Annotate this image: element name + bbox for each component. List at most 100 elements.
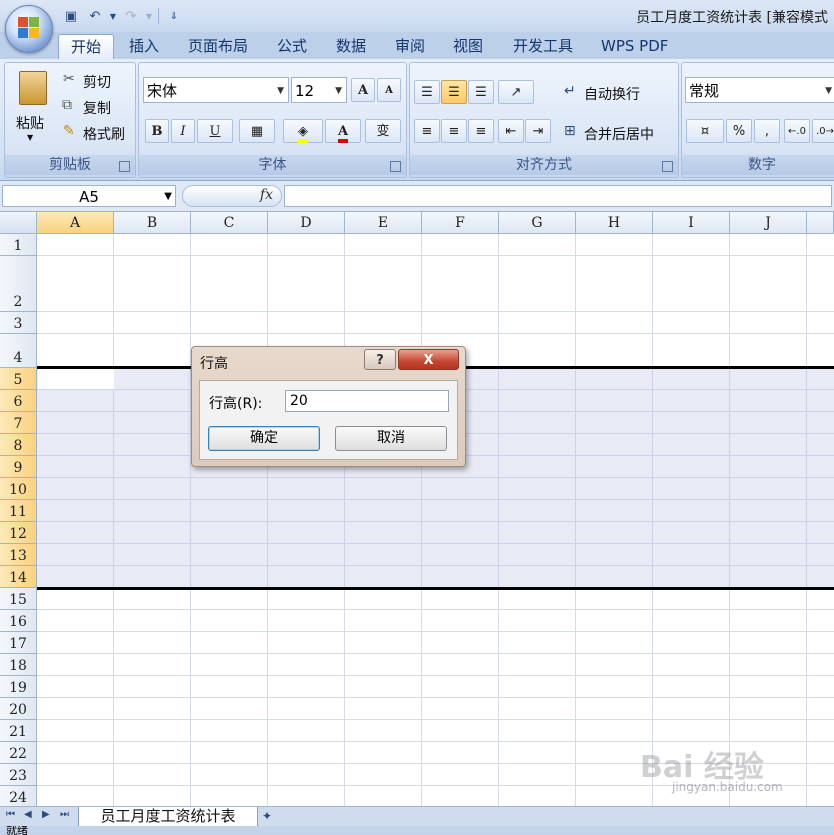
prev-sheet-icon[interactable]: ◀ (24, 809, 32, 820)
save-icon[interactable]: ▣ (60, 6, 82, 26)
row-header-11[interactable]: 11 (0, 500, 37, 522)
format-painter-icon[interactable]: ✎ (63, 123, 75, 139)
merge-icon[interactable]: ⊞ (564, 123, 576, 139)
align-left-icon[interactable]: ≡ (414, 119, 440, 143)
row-header-19[interactable]: 19 (0, 676, 37, 698)
comma-button[interactable]: , (754, 119, 780, 143)
office-button[interactable] (5, 5, 53, 53)
align-bottom-icon[interactable]: ☰ (468, 80, 494, 104)
tab-formulas[interactable]: 公式 (267, 34, 317, 59)
row-header-7[interactable]: 7 (0, 412, 37, 434)
row-header-21[interactable]: 21 (0, 720, 37, 742)
currency-icon[interactable]: ¤ (686, 119, 724, 143)
italic-button[interactable]: I (171, 119, 195, 143)
row-header-18[interactable]: 18 (0, 654, 37, 676)
tab-home[interactable]: 开始 (58, 34, 114, 60)
number-format-select[interactable]: 常规 ▼ (685, 77, 834, 103)
column-header-i[interactable]: I (653, 212, 730, 234)
tab-page-layout[interactable]: 页面布局 (178, 34, 258, 59)
cut-button[interactable]: 剪切 (83, 72, 111, 92)
cut-icon[interactable]: ✂ (63, 71, 75, 87)
first-sheet-icon[interactable]: ⏮ (6, 809, 15, 820)
increase-indent-icon[interactable]: ⇥ (525, 119, 551, 143)
next-sheet-icon[interactable]: ▶ (42, 809, 50, 820)
paste-button[interactable]: 粘贴 (16, 113, 44, 133)
row-header-17[interactable]: 17 (0, 632, 37, 654)
column-header-e[interactable]: E (345, 212, 422, 234)
new-sheet-icon[interactable]: ✦ (262, 809, 288, 825)
borders-icon[interactable]: ▦ (239, 119, 275, 143)
row-header-15[interactable]: 15 (0, 588, 37, 610)
close-button[interactable]: X (398, 349, 459, 370)
column-header-a[interactable]: A (37, 212, 114, 234)
underline-button[interactable]: U (197, 119, 233, 143)
tab-developer[interactable]: 开发工具 (503, 34, 583, 59)
row-header-1[interactable]: 1 (0, 234, 37, 256)
row-header-22[interactable]: 22 (0, 742, 37, 764)
spreadsheet-grid[interactable]: A B C D E F G H I J 1 2 3 4 5 6 7 8 9 10 11 12 13 14 15 16 17 18 19 2… (0, 212, 834, 806)
wrap-text-button[interactable]: 自动换行 (584, 84, 640, 104)
row-header-16[interactable]: 16 (0, 610, 37, 632)
column-header-j[interactable]: J (730, 212, 807, 234)
column-header-d[interactable]: D (268, 212, 345, 234)
row-header-2[interactable]: 2 (0, 256, 37, 312)
align-top-icon[interactable]: ☰ (414, 80, 440, 104)
alignment-launcher-icon[interactable] (662, 161, 673, 172)
redo-icon[interactable]: ↷ (120, 6, 142, 26)
redo-dropdown-icon[interactable]: ▼ (144, 6, 154, 26)
select-all-corner[interactable] (0, 212, 37, 234)
format-painter-button[interactable]: 格式刷 (83, 124, 125, 144)
tab-review[interactable]: 审阅 (385, 34, 435, 59)
column-header-b[interactable]: B (114, 212, 191, 234)
font-size-select[interactable]: 12 ▼ (291, 77, 347, 103)
paste-icon[interactable] (19, 71, 47, 105)
help-button[interactable]: ? (364, 349, 396, 370)
ok-button[interactable]: 确定 (208, 426, 320, 451)
clipboard-launcher-icon[interactable] (119, 161, 130, 172)
name-box[interactable]: A5 ▼ (2, 185, 176, 207)
row-header-6[interactable]: 6 (0, 390, 37, 412)
row-header-8[interactable]: 8 (0, 434, 37, 456)
copy-icon[interactable]: ⧉ (62, 97, 72, 113)
font-color-icon[interactable]: A (325, 119, 361, 143)
row-header-12[interactable]: 12 (0, 522, 37, 544)
align-center-icon[interactable]: ≡ (441, 119, 467, 143)
font-name-select[interactable]: 宋体 ▼ (143, 77, 289, 103)
tab-insert[interactable]: 插入 (119, 34, 169, 59)
column-header-f[interactable]: F (422, 212, 499, 234)
paste-dropdown-icon[interactable]: ▼ (27, 133, 33, 142)
increase-decimal-icon[interactable]: ←.0 (784, 119, 810, 143)
row-header-3[interactable]: 3 (0, 312, 37, 334)
grow-font-button[interactable]: A (351, 78, 375, 102)
row-header-5[interactable]: 5 (0, 368, 37, 390)
cancel-button[interactable]: 取消 (335, 426, 447, 451)
decrease-decimal-icon[interactable]: .0→ (812, 119, 834, 143)
decrease-indent-icon[interactable]: ⇤ (498, 119, 524, 143)
column-header-c[interactable]: C (191, 212, 268, 234)
row-header-20[interactable]: 20 (0, 698, 37, 720)
merge-center-button[interactable]: 合并后居中 (584, 124, 654, 144)
align-middle-icon[interactable]: ☰ (441, 80, 467, 104)
row-header-24[interactable]: 24 (0, 786, 37, 806)
percent-button[interactable]: % (726, 119, 752, 143)
copy-button[interactable]: 复制 (83, 98, 111, 118)
undo-dropdown-icon[interactable]: ▼ (108, 6, 118, 26)
row-header-13[interactable]: 13 (0, 544, 37, 566)
orientation-icon[interactable]: ↗ (498, 80, 534, 104)
last-sheet-icon[interactable]: ⏭ (60, 809, 69, 820)
row-header-23[interactable]: 23 (0, 764, 37, 786)
customize-qat-icon[interactable]: ⇓ (163, 6, 185, 26)
chevron-down-icon[interactable]: ▼ (164, 186, 172, 208)
column-header-h[interactable]: H (576, 212, 653, 234)
tab-wps-pdf[interactable]: WPS PDF (591, 34, 678, 59)
wrap-text-icon[interactable]: ↵ (564, 83, 576, 99)
row-header-4[interactable]: 4 (0, 334, 37, 368)
row-height-input[interactable]: 20 (285, 390, 449, 412)
row-header-14[interactable]: 14 (0, 566, 37, 588)
formula-input[interactable] (284, 185, 832, 207)
row-header-10[interactable]: 10 (0, 478, 37, 500)
undo-icon[interactable]: ↶ (84, 6, 106, 26)
shrink-font-button[interactable]: A (377, 78, 401, 102)
tab-data[interactable]: 数据 (326, 34, 376, 59)
bold-button[interactable]: B (145, 119, 169, 143)
